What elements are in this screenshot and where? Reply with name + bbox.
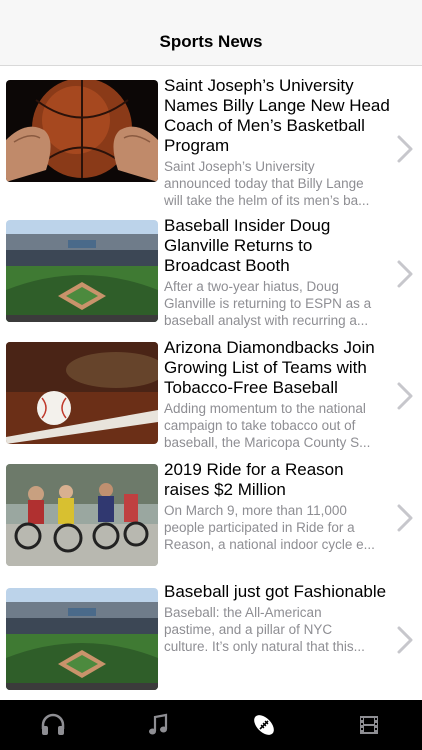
- news-text: 2019 Ride for a Reason raises $2 Million…: [164, 460, 390, 553]
- music-note-icon: [149, 713, 168, 735]
- news-headline: Baseball Insider Doug Glanville Returns …: [164, 216, 331, 275]
- tab-film[interactable]: [317, 700, 422, 750]
- summary-line: baseball analyst with recurring a...: [164, 313, 369, 328]
- summary-line: culture. It’s only natural that this...: [164, 639, 365, 654]
- news-headline: Arizona Diamondbacks Join Growing List o…: [164, 338, 375, 397]
- news-summary: Saint Joseph’s University announced toda…: [164, 158, 390, 209]
- news-row[interactable]: Saint Joseph’s University Names Billy La…: [0, 74, 422, 208]
- summary-line: people participated in Ride for a: [164, 520, 355, 535]
- app-screen: Sports News Saint Joseph’s University Na…: [0, 0, 422, 750]
- summary-line: campaign to take tobacco out of: [164, 418, 356, 433]
- summary-line: Baseball: the All-American: [164, 605, 322, 620]
- news-text: Arizona Diamondbacks Join Growing List o…: [164, 338, 390, 451]
- summary-line: baseball, the Maricopa County S...: [164, 435, 371, 450]
- cyclists-thumbnail: [6, 464, 158, 566]
- baseball-thumbnail: [6, 342, 158, 444]
- summary-line: Glanville is returning to ESPN as a: [164, 296, 372, 311]
- tab-football[interactable]: [211, 700, 317, 750]
- news-text: Baseball just got Fashionable Baseball: …: [164, 582, 390, 655]
- summary-line: announced today that Billy Lange: [164, 176, 364, 191]
- stadium-thumbnail: [6, 220, 158, 322]
- news-summary: Adding momentum to the national campaign…: [164, 400, 390, 451]
- news-text: Baseball Insider Doug Glanville Returns …: [164, 216, 390, 329]
- news-headline: 2019 Ride for a Reason raises $2 Million: [164, 460, 344, 499]
- summary-line: will take the helm of its men’s ba...: [164, 193, 370, 208]
- news-summary: After a two-year hiatus, Doug Glanville …: [164, 278, 390, 329]
- news-list[interactable]: Saint Joseph’s University Names Billy La…: [0, 66, 422, 700]
- news-row[interactable]: Baseball Insider Doug Glanville Returns …: [0, 214, 422, 336]
- film-icon: [360, 716, 379, 734]
- football-icon: [253, 715, 274, 735]
- chevron-right-icon[interactable]: [396, 259, 414, 289]
- chevron-right-icon[interactable]: [396, 134, 414, 164]
- news-row[interactable]: 2019 Ride for a Reason raises $2 Million…: [0, 458, 422, 580]
- news-summary: Baseball: the All-American pastime, and …: [164, 604, 390, 655]
- headphones-icon: [41, 713, 64, 735]
- news-headline: Saint Joseph’s University Names Billy La…: [164, 76, 390, 155]
- chevron-right-icon[interactable]: [396, 503, 414, 533]
- tab-bar: [0, 700, 422, 750]
- tab-headphones[interactable]: [0, 700, 106, 750]
- navigation-bar: Sports News: [0, 0, 422, 66]
- tab-music[interactable]: [106, 700, 212, 750]
- basketball-thumbnail: [6, 80, 158, 182]
- stadium-thumbnail: [6, 588, 158, 690]
- summary-line: On March 9, more than 11,000: [164, 503, 347, 518]
- summary-line: After a two-year hiatus, Doug: [164, 279, 339, 294]
- news-text: Saint Joseph’s University Names Billy La…: [164, 76, 390, 209]
- summary-line: Saint Joseph’s University: [164, 159, 315, 174]
- news-row[interactable]: Arizona Diamondbacks Join Growing List o…: [0, 336, 422, 458]
- summary-line: Reason, a national indoor cycle e...: [164, 537, 375, 552]
- summary-line: pastime, and a pillar of NYC: [164, 622, 333, 637]
- news-headline: Baseball just got Fashionable: [164, 582, 387, 601]
- news-row[interactable]: Baseball just got Fashionable Baseball: …: [0, 580, 422, 700]
- chevron-right-icon[interactable]: [396, 625, 414, 655]
- news-summary: On March 9, more than 11,000 people part…: [164, 502, 390, 553]
- chevron-right-icon[interactable]: [396, 381, 414, 411]
- page-title: Sports News: [159, 32, 263, 51]
- summary-line: Adding momentum to the national: [164, 401, 366, 416]
